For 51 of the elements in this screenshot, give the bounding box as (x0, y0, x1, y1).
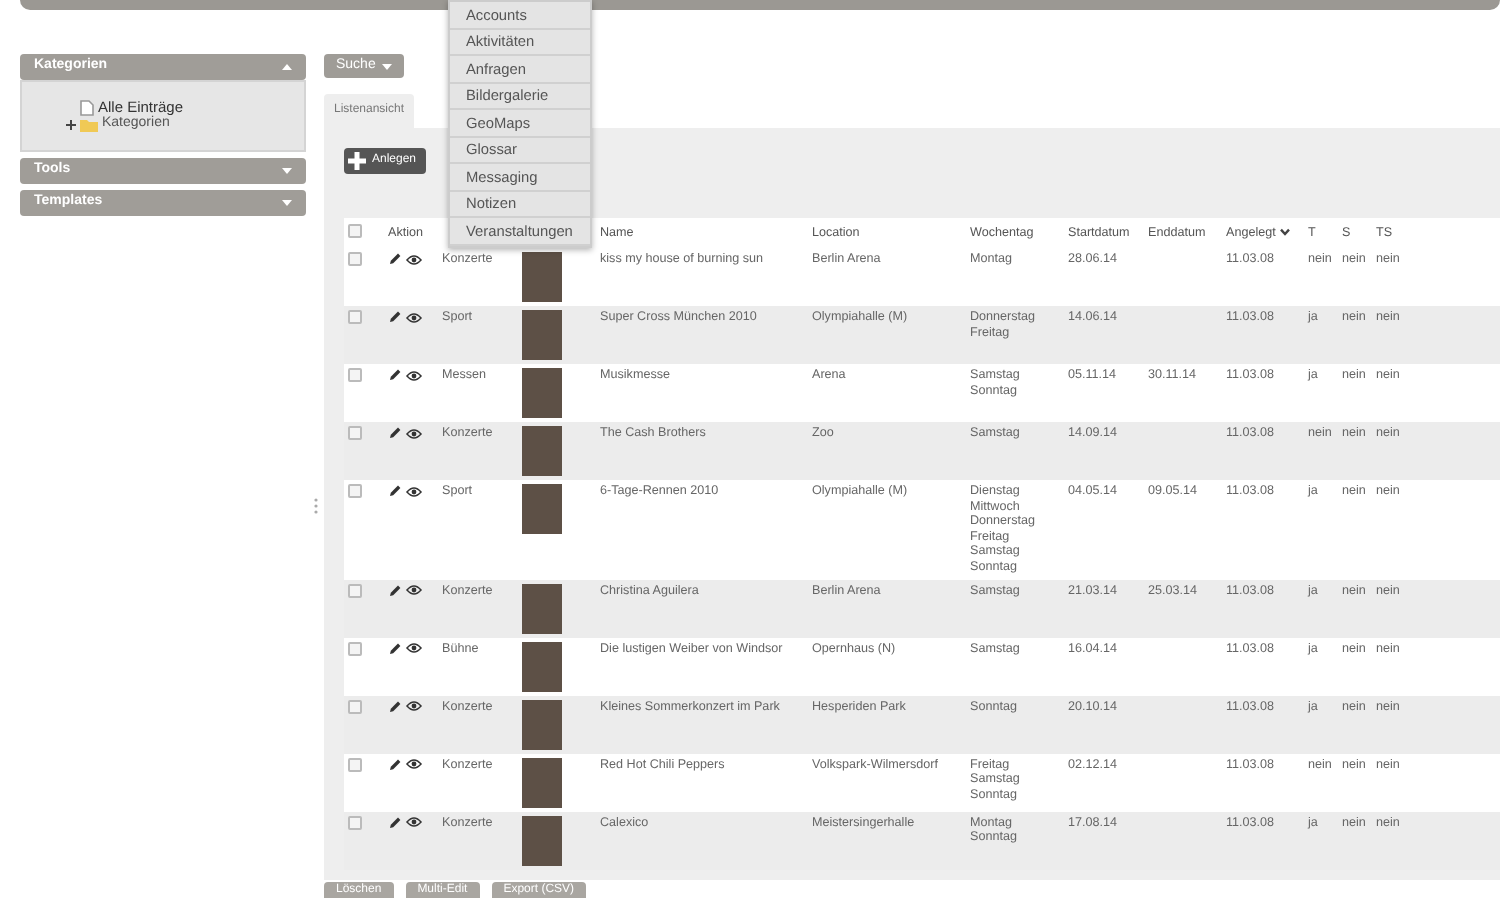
pencil-icon[interactable] (388, 484, 402, 498)
eye-icon[interactable] (405, 427, 422, 439)
pencil-icon[interactable] (388, 310, 402, 324)
checkbox[interactable] (348, 815, 362, 830)
checkbox[interactable] (348, 426, 362, 440)
checkbox[interactable] (348, 757, 362, 772)
page-icon (80, 99, 94, 115)
checkbox[interactable] (348, 223, 362, 238)
checkbox[interactable] (348, 368, 362, 382)
photo-placeholder (522, 757, 562, 808)
checkbox[interactable] (348, 484, 362, 498)
plus-icon (348, 152, 366, 170)
pencil-icon[interactable] (388, 252, 402, 266)
photo-placeholder (522, 815, 562, 866)
pencil-icon[interactable] (388, 583, 402, 598)
photo-placeholder (522, 583, 562, 634)
caret-icon (282, 64, 292, 70)
checkbox[interactable] (348, 641, 362, 656)
pencil-icon[interactable] (388, 426, 402, 440)
eye-icon[interactable] (405, 253, 422, 265)
checkbox[interactable] (348, 310, 362, 324)
photo-placeholder (522, 699, 562, 750)
eye-icon[interactable] (405, 758, 422, 771)
checkbox[interactable] (348, 699, 362, 714)
pencil-icon[interactable] (388, 815, 402, 830)
photo-placeholder (522, 484, 562, 534)
checkbox[interactable] (348, 583, 362, 598)
photo-placeholder (522, 368, 562, 418)
checkbox[interactable] (348, 252, 362, 266)
folder-icon (80, 118, 98, 132)
caret-icon (282, 200, 292, 206)
sort-descending-icon[interactable] (1279, 228, 1290, 237)
photo-placeholder (522, 252, 562, 302)
eye-icon[interactable] (405, 816, 422, 829)
eye-icon[interactable] (405, 311, 422, 323)
caret-icon (381, 63, 392, 69)
pencil-icon[interactable] (388, 757, 402, 772)
photo-placeholder (522, 426, 562, 476)
expand-icon[interactable] (66, 120, 76, 130)
pencil-icon[interactable] (388, 641, 402, 656)
photo-placeholder (522, 310, 562, 360)
pencil-icon[interactable] (388, 699, 402, 714)
eye-icon[interactable] (405, 584, 422, 597)
eye-icon[interactable] (405, 700, 422, 713)
pencil-icon[interactable] (388, 368, 402, 382)
eye-icon[interactable] (405, 369, 422, 381)
eye-icon[interactable] (405, 642, 422, 655)
caret-icon (282, 168, 292, 174)
eye-icon[interactable] (405, 485, 422, 497)
photo-placeholder (522, 641, 562, 692)
resize-grip-icon[interactable] (312, 498, 320, 514)
